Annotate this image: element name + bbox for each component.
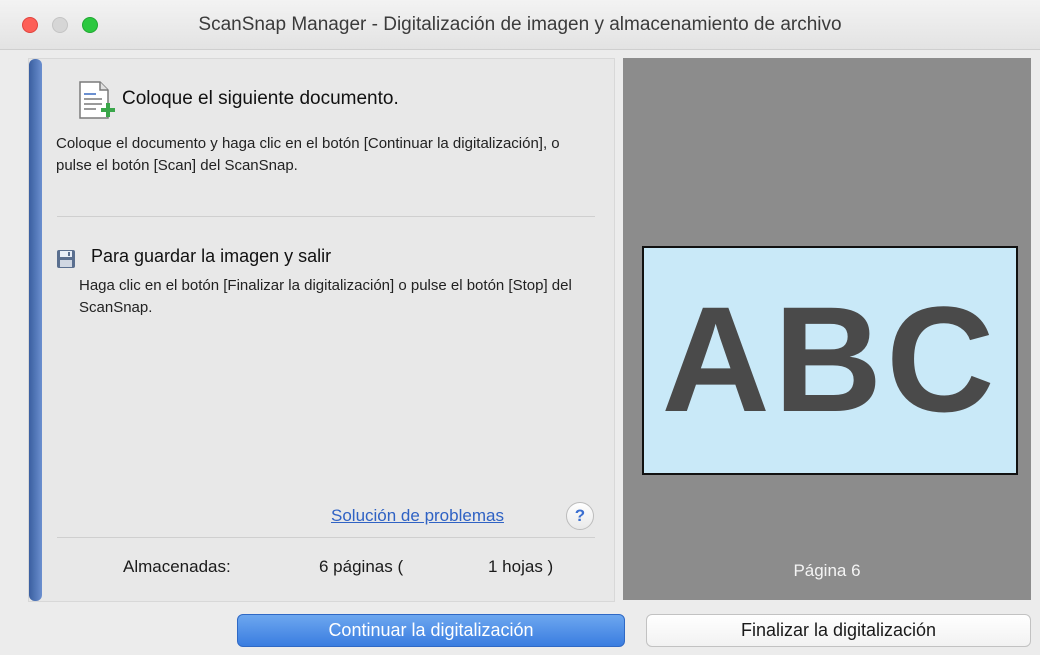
close-window-button[interactable] — [22, 17, 38, 33]
preview-panel: ABC Página 6 — [623, 58, 1031, 600]
document-add-icon — [79, 81, 115, 119]
continue-scanning-button[interactable]: Continuar la digitalización — [237, 614, 625, 647]
instruction-title: Coloque el siguiente documento. — [122, 88, 399, 109]
instructions-panel: Coloque el siguiente documento. Coloque … — [28, 58, 615, 602]
troubleshooting-link[interactable]: Solución de problemas — [331, 506, 504, 526]
finish-scanning-button[interactable]: Finalizar la digitalización — [646, 614, 1031, 647]
accent-bar — [29, 59, 42, 601]
floppy-disk-icon — [57, 250, 75, 268]
stored-sheets-count: 1 hojas ) — [488, 557, 554, 576]
window-title: ScanSnap Manager - Digitalización de ima… — [198, 14, 842, 35]
minimize-window-button[interactable] — [52, 17, 68, 33]
section-divider — [57, 216, 595, 217]
help-button[interactable]: ? — [566, 502, 594, 530]
title-bar: ScanSnap Manager - Digitalización de ima… — [0, 0, 1040, 50]
thumbnail-text: ABC — [661, 275, 999, 443]
question-mark-icon: ? — [574, 506, 586, 525]
page-thumbnail: ABC — [642, 246, 1018, 475]
stored-divider — [57, 537, 595, 538]
page-number-label: Página 6 — [793, 561, 861, 580]
stored-pages-count: 6 páginas ( — [319, 557, 404, 576]
scansnap-window: ScanSnap Manager - Digitalización de ima… — [0, 0, 1040, 655]
instruction-description: Coloque el documento y haga clic en el b… — [56, 135, 560, 174]
save-section-title: Para guardar la imagen y salir — [91, 246, 332, 266]
zoom-window-button[interactable] — [82, 17, 98, 33]
save-section-description: Haga clic en el botón [Finalizar la digi… — [79, 277, 572, 316]
stored-label: Almacenadas: — [123, 557, 231, 576]
